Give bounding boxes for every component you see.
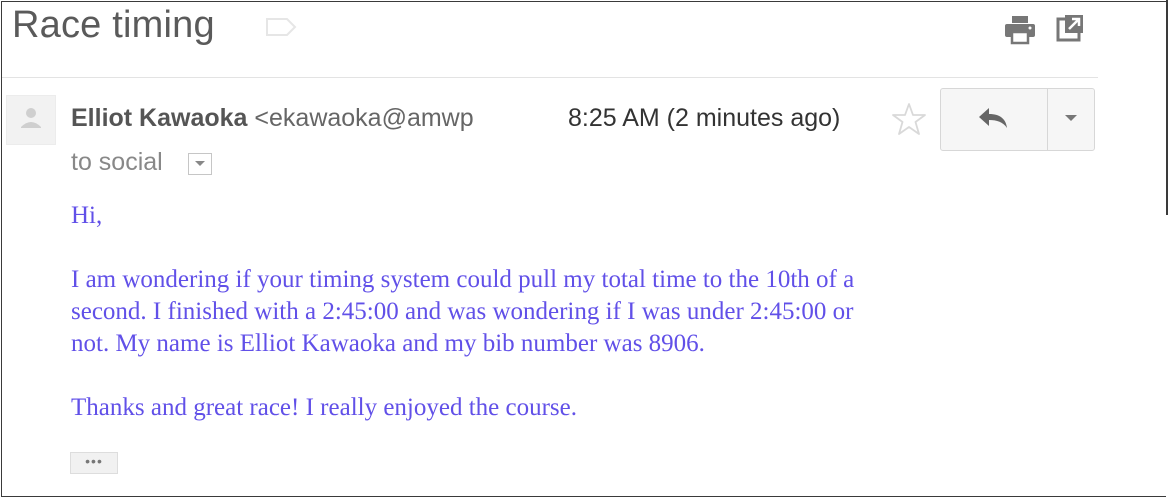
- show-details-toggle[interactable]: [188, 153, 212, 175]
- message-time: 8:25 AM (2 minutes ago): [568, 104, 841, 132]
- sender-email: <ekawaoka@amwp: [254, 104, 474, 132]
- message-body: Hi, I am wondering if your timing system…: [71, 200, 1071, 424]
- sender-line[interactable]: Elliot Kawaoka <ekawaoka@amwp: [71, 104, 516, 133]
- body-line: I am wondering if your timing system cou…: [71, 266, 855, 293]
- closing: Thanks and great race! I really enjoyed …: [71, 394, 578, 421]
- sender-name: Elliot Kawaoka: [71, 104, 248, 132]
- show-trimmed-content-button[interactable]: •••: [70, 452, 118, 474]
- avatar-icon: [21, 108, 41, 128]
- body-line: not. My name is Elliot Kawaoka and my bi…: [71, 330, 705, 357]
- greeting: Hi,: [71, 202, 103, 229]
- popout-icon[interactable]: [1056, 14, 1084, 42]
- chevron-down-icon: [1065, 115, 1077, 121]
- chevron-down-icon: [195, 161, 205, 166]
- print-icon[interactable]: [1003, 15, 1037, 45]
- header-divider: [2, 77, 1098, 78]
- frame-edge: [1166, 0, 1168, 215]
- label-icon[interactable]: [265, 17, 297, 37]
- reply-button-group: [940, 88, 1095, 151]
- reply-icon: [979, 108, 1007, 128]
- recipient-line: to social: [71, 148, 163, 176]
- star-icon[interactable]: [891, 101, 927, 137]
- body-line: second. I finished with a 2:45:00 and wa…: [71, 298, 854, 325]
- avatar[interactable]: [6, 95, 56, 145]
- email-subject: Race timing: [12, 4, 215, 46]
- reply-button[interactable]: [941, 89, 1048, 150]
- more-options-button[interactable]: [1048, 89, 1094, 150]
